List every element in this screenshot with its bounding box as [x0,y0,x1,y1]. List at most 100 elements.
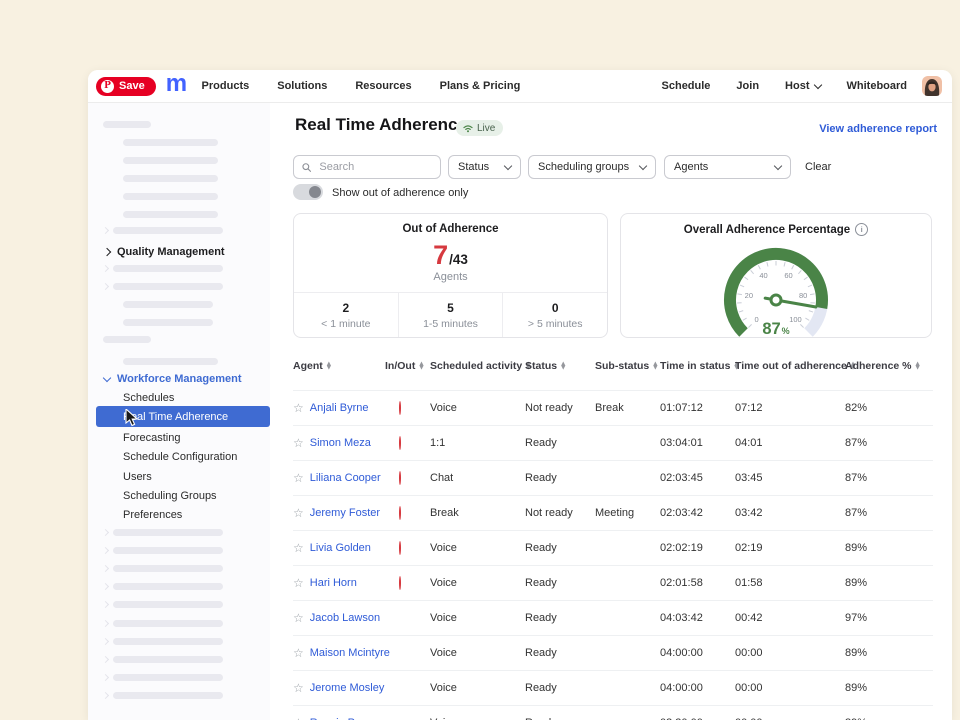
sidebar-section-label: Quality Management [117,246,225,258]
status-cell: Ready [525,437,595,449]
app-window: P Save m Products Solutions Resources Plans… [88,70,952,720]
out-of-adherence-count: 7 /43 [294,238,607,268]
out-of-adherence-dot [399,541,401,555]
dropdown-label: Agents [674,161,708,173]
agent-link[interactable]: Liliana Cooper [310,472,381,484]
column-header-agent[interactable]: Agent▲▼ [293,360,385,372]
time-in-status-cell: 03:04:01 [660,437,735,449]
sidebar-item-scheduling-groups[interactable]: Scheduling Groups [88,486,270,505]
agent-link[interactable]: Jacob Lawson [310,612,380,624]
sidebar-skeleton-bar [113,656,223,663]
dropdown-label: Scheduling groups [538,161,629,173]
nav-item-solutions[interactable]: Solutions [277,80,327,92]
column-header-time-in-status[interactable]: Time in status▲▼ [660,360,735,372]
avatar[interactable] [922,76,942,96]
search-input[interactable] [317,160,432,174]
adherence-cell: 87% [845,437,933,449]
sidebar-item-schedules[interactable]: Schedules [88,388,270,407]
sidebar-item-schedule-configuration[interactable]: Schedule Configuration [88,447,270,466]
pinterest-save-button[interactable]: P Save [96,77,156,96]
sidebar-skeleton-bar [123,358,218,365]
star-icon[interactable]: ☆ [293,436,304,450]
dropdown-status[interactable]: Status [448,155,521,179]
table-row: ☆Hari HornVoiceReady02:01:5801:5889% [293,565,933,600]
view-adherence-report-link[interactable]: View adherence report [819,123,937,135]
status-cell: Ready [525,682,595,694]
column-header-sub-status[interactable]: Sub-status▲▼ [595,360,660,372]
agents-unit-label: Agents [294,271,607,283]
sidebar-item-forecasting[interactable]: Forecasting [88,428,270,447]
star-icon[interactable]: ☆ [293,506,304,520]
nav-item-plans-pricing[interactable]: Plans & Pricing [440,80,521,92]
nav-item-join[interactable]: Join [736,80,759,92]
column-header-status[interactable]: Status▲▼ [525,360,595,372]
agent-link[interactable]: Jeremy Foster [310,507,380,519]
sidebar-section-workforce-management[interactable]: Workforce Management [104,372,242,386]
miro-logo[interactable]: m [166,70,186,98]
info-icon[interactable]: i [855,223,868,236]
breakdown-value: 2 [342,301,349,315]
column-header-scheduled-activity[interactable]: Scheduled activity▲▼ [430,360,525,372]
agent-cell: ☆ Liliana Cooper [293,471,385,485]
sidebar-skeleton-bar [103,336,151,343]
scheduled-activity-cell: Voice [430,542,525,554]
scheduled-activity-cell: Voice [430,402,525,414]
agent-link[interactable]: Jerome Mosley [310,682,385,694]
star-icon[interactable]: ☆ [293,681,304,695]
sort-icon: ▲▼ [916,362,920,371]
sidebar-item-real-time-adherence[interactable]: Real Time Adherence [96,406,270,427]
star-icon[interactable]: ☆ [293,471,304,485]
sidebar-item-preferences[interactable]: Preferences [88,505,270,524]
sidebar-section-quality-management[interactable]: Quality Management [104,245,225,259]
sort-icon: ▲▼ [419,362,423,371]
column-header-adherence[interactable]: Adherence %▲▼ [845,360,933,372]
inout-cell [385,472,430,484]
star-icon[interactable]: ☆ [293,646,304,660]
agent-link[interactable]: Livia Golden [310,542,371,554]
nav-item-products[interactable]: Products [202,80,250,92]
column-header-time-out-of-adherence[interactable]: Time out of adherence▲▼ [735,360,845,372]
agent-link[interactable]: Simon Meza [310,437,371,449]
scheduled-activity-cell: Break [430,507,525,519]
star-icon[interactable]: ☆ [293,576,304,590]
dropdown-agents[interactable]: Agents [664,155,791,179]
wifi-icon [463,124,473,133]
gauge-tick [808,285,812,287]
search-box[interactable] [293,155,441,179]
agent-link[interactable]: Anjali Byrne [310,402,369,414]
gauge-tick-label: 20 [745,291,753,300]
nav-item-whiteboard[interactable]: Whiteboard [847,80,908,92]
clear-filters-button[interactable]: Clear [805,161,831,173]
out-of-adherence-title: Out of Adherence [294,223,607,235]
star-icon[interactable]: ☆ [293,611,304,625]
star-icon[interactable]: ☆ [293,401,304,415]
nav-item-schedule[interactable]: Schedule [662,80,711,92]
column-label: Agent [293,360,323,372]
out-of-adherence-dot [399,471,401,485]
nav-item-host[interactable]: Host [785,80,820,92]
inout-cell [385,542,430,554]
breakdown-cell: 51-5 minutes [398,293,503,337]
scheduled-activity-cell: 1:1 [430,437,525,449]
agent-link[interactable]: Maison Mcintyre [310,647,390,659]
sidebar-skeleton-bar [123,175,218,182]
table-header: Agent▲▼In/Out▲▼Scheduled activity▲▼Statu… [293,358,933,374]
table-row: ☆Maison McintyreVoiceReady04:00:0000:008… [293,635,933,670]
star-icon[interactable]: ☆ [293,541,304,555]
chevron-right-icon [103,248,111,256]
sidebar-skeleton-chevron [102,565,109,572]
dropdown-scheduling-groups[interactable]: Scheduling groups [528,155,656,179]
sidebar-item-users[interactable]: Users [88,467,270,486]
scheduled-activity-cell: Voice [430,612,525,624]
sidebar-skeleton-bar [123,157,218,164]
sidebar-skeleton-bar [113,620,223,627]
gauge-tick [784,262,785,266]
nav-item-resources[interactable]: Resources [355,80,411,92]
scheduled-activity-cell: Voice [430,647,525,659]
gauge-tick-label: 40 [759,271,767,280]
show-out-of-adherence-toggle[interactable] [293,184,323,200]
agent-link[interactable]: Hari Horn [310,577,357,589]
column-header-in-out[interactable]: In/Out▲▼ [385,360,430,372]
star-icon[interactable]: ☆ [293,716,304,720]
out-of-adherence-dot [399,436,401,450]
